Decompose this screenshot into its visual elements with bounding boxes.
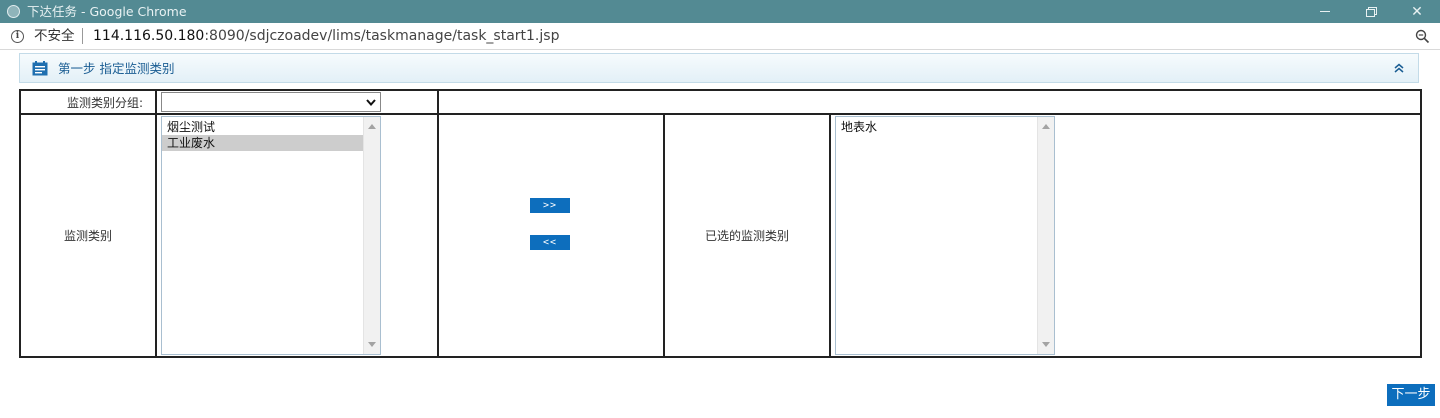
url-divider <box>82 28 83 44</box>
next-step-button[interactable]: 下一步 <box>1387 384 1435 406</box>
category-label: 监测类别 <box>63 229 112 243</box>
section-title: 第一步 指定监测类别 <box>58 61 175 76</box>
group-row-spacer <box>436 89 1423 115</box>
move-buttons-cell: >> << <box>437 113 665 358</box>
url-host: 114.116.50.180 <box>93 28 205 44</box>
close-icon: ✕ <box>1411 3 1423 20</box>
list-item[interactable]: 工业废水 <box>162 135 363 151</box>
remove-category-button[interactable]: << <box>530 235 570 250</box>
url-field[interactable]: 114.116.50.180:8090/sdjczoadev/lims/task… <box>93 28 559 45</box>
category-label-cell: 监测类别 <box>19 113 157 358</box>
list-item[interactable]: 烟尘测试 <box>162 119 363 135</box>
selected-label-cell: 已选的监测类别 <box>663 113 831 358</box>
available-categories-listbox[interactable]: 烟尘测试 工业废水 <box>161 116 381 355</box>
document-icon <box>32 61 48 76</box>
selected-list-scrollbar[interactable] <box>1037 117 1054 354</box>
group-select-cell <box>155 89 439 115</box>
info-icon[interactable]: i <box>11 30 24 43</box>
available-list-scrollbar[interactable] <box>363 117 380 354</box>
zoom-icon[interactable] <box>1415 29 1430 44</box>
group-label-cell: 监测类别分组: <box>19 89 157 115</box>
group-label: 监测类别分组: <box>66 95 143 110</box>
address-bar: i 不安全 114.116.50.180:8090/sdjczoadev/lim… <box>0 23 1440 50</box>
window-titlebar: 下达任务 - Google Chrome ✕ <box>0 0 1440 23</box>
available-items: 烟尘测试 工业废水 <box>162 119 363 151</box>
chevron-down-icon <box>366 99 376 106</box>
selected-items: 地表水 <box>836 119 1037 135</box>
collapse-chevron-up-icon[interactable] <box>1393 62 1405 74</box>
close-window-button[interactable]: ✕ <box>1394 0 1440 23</box>
scroll-up-arrow-icon[interactable] <box>368 123 376 129</box>
minimize-button[interactable] <box>1302 0 1348 23</box>
restore-button[interactable] <box>1348 0 1394 23</box>
section-header: 第一步 指定监测类别 <box>19 53 1419 83</box>
available-list-cell: 烟尘测试 工业废水 <box>155 113 439 358</box>
scroll-down-arrow-icon[interactable] <box>368 342 376 348</box>
category-form-table: 监测类别分组: 监测类别 烟尘测试 工业废水 >> << 已选的监测类别 地表水 <box>19 89 1423 358</box>
scroll-up-arrow-icon[interactable] <box>1042 123 1050 129</box>
scroll-down-arrow-icon[interactable] <box>1042 342 1050 348</box>
selected-list-cell: 地表水 <box>828 113 1423 358</box>
security-label[interactable]: 不安全 <box>34 28 75 45</box>
url-path: :8090/sdjczoadev/lims/taskmanage/task_st… <box>204 28 560 44</box>
add-category-button[interactable]: >> <box>530 198 570 213</box>
chrome-app-icon <box>7 5 20 18</box>
window-title: 下达任务 - Google Chrome <box>27 4 187 19</box>
list-item[interactable]: 地表水 <box>836 119 1037 135</box>
category-group-select[interactable] <box>161 92 381 112</box>
selected-categories-label: 已选的监测类别 <box>704 229 789 243</box>
selected-categories-listbox[interactable]: 地表水 <box>835 116 1055 355</box>
minimize-icon <box>1320 11 1330 12</box>
restore-icon <box>1366 7 1377 17</box>
